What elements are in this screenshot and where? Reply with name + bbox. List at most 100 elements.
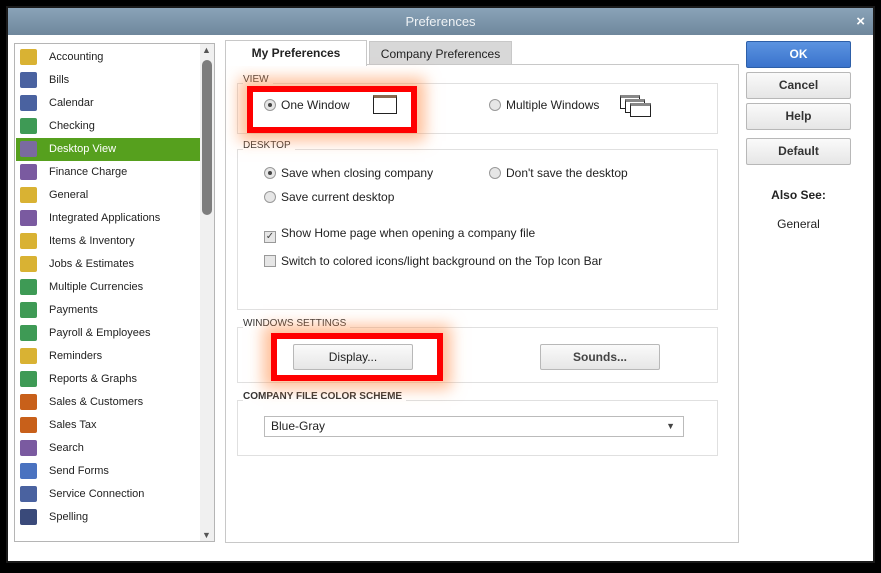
sidebar-item-label: General <box>49 189 89 201</box>
ok-button[interactable]: OK <box>746 41 851 68</box>
preferences-dialog: Preferences × Spelling Service Connection… <box>6 6 875 563</box>
sidebar-item-sales-tax[interactable]: Sales Tax <box>16 414 200 437</box>
bills-icon <box>20 72 37 88</box>
sidebar-item-sales-customers[interactable]: Sales & Customers <box>16 391 200 414</box>
color-scheme-dropdown[interactable]: Blue-Gray ▼ <box>264 416 684 437</box>
sales-tax-icon <box>20 417 37 433</box>
sidebar-item-label: Search <box>49 442 84 454</box>
sidebar-item-label: Checking <box>49 120 95 132</box>
sidebar-item-label: Spelling <box>49 511 89 523</box>
sidebar-item-label: Sales & Customers <box>49 396 144 408</box>
payments-icon <box>20 302 37 318</box>
multiple-windows-label: Multiple Windows <box>506 98 600 112</box>
view-heading: VIEW <box>243 74 273 85</box>
sidebar-item-send-forms[interactable]: Send Forms <box>16 460 200 483</box>
multiple-windows-radio[interactable]: Multiple Windows <box>489 98 599 112</box>
jobs-estimates-icon <box>20 256 37 272</box>
sidebar-item-label: Calendar <box>49 97 94 109</box>
sidebar-item-reminders[interactable]: Reminders <box>16 345 200 368</box>
colored-icons-label: Switch to colored icons/light background… <box>281 254 603 268</box>
desktop-view-icon <box>20 141 37 157</box>
multiple-windows-icon <box>620 95 652 117</box>
sidebar-item-label: Reports & Graphs <box>49 373 138 385</box>
reminders-icon <box>20 348 37 364</box>
highlight-display-button <box>271 333 443 381</box>
sidebar-item-label: Reminders <box>49 350 103 362</box>
sounds-button[interactable]: Sounds... <box>540 344 660 370</box>
sidebar-item-label: Service Connection <box>49 488 145 500</box>
integrated-apps-icon <box>20 210 37 226</box>
desktop-heading: DESKTOP <box>243 140 295 151</box>
calendar-icon <box>20 95 37 111</box>
sidebar-item-multiple-currencies[interactable]: Multiple Currencies <box>16 276 200 299</box>
close-icon[interactable]: × <box>856 8 865 35</box>
cancel-button[interactable]: Cancel <box>746 72 851 99</box>
sidebar-item-label: Finance Charge <box>49 166 128 178</box>
finance-charge-icon <box>20 164 37 180</box>
sidebar-item-finance-charge[interactable]: Finance Charge <box>16 161 200 184</box>
colored-icons-checkbox[interactable]: Switch to colored icons/light background… <box>264 254 602 268</box>
payroll-icon <box>20 325 37 341</box>
scrollbar-thumb[interactable] <box>202 60 212 215</box>
default-button[interactable]: Default <box>746 138 851 165</box>
sidebar-item-calendar[interactable]: Calendar <box>16 92 200 115</box>
currencies-icon <box>20 279 37 295</box>
sidebar-item-label: Jobs & Estimates <box>49 258 134 270</box>
sidebar-item-label: Multiple Currencies <box>49 281 144 293</box>
scroll-up-icon[interactable]: ▲ <box>202 45 211 55</box>
sidebar-item-payroll-employees[interactable]: Payroll & Employees <box>16 322 200 345</box>
sidebar-item-accounting[interactable]: Accounting <box>16 46 200 69</box>
color-scheme-value: Blue-Gray <box>271 419 326 433</box>
highlight-one-window <box>247 86 417 133</box>
sidebar-item-items-inventory[interactable]: Items & Inventory <box>16 230 200 253</box>
sidebar-item-label: Integrated Applications <box>49 212 161 224</box>
send-forms-icon <box>20 463 37 479</box>
sidebar-item-reports-graphs[interactable]: Reports & Graphs <box>16 368 200 391</box>
sidebar-item-spelling[interactable]: Spelling <box>16 506 200 529</box>
sidebar-item-desktop-view[interactable]: Desktop View <box>16 138 200 161</box>
service-connection-icon <box>20 486 37 502</box>
tab-my-preferences[interactable]: My Preferences <box>225 40 367 66</box>
sidebar-item-integrated-applications[interactable]: Integrated Applications <box>16 207 200 230</box>
save-current-desktop-radio[interactable]: Save current desktop <box>264 190 394 204</box>
items-inventory-icon <box>20 233 37 249</box>
preferences-category-list[interactable]: Spelling Service Connection Send Forms Sear… <box>14 43 215 542</box>
sidebar-item-label: Items & Inventory <box>49 235 135 247</box>
sidebar-item-label: Desktop View <box>49 143 117 155</box>
dont-save-desktop-radio[interactable]: Don't save the desktop <box>489 166 628 180</box>
sidebar-item-label: Sales Tax <box>49 419 97 431</box>
also-see-heading: Also See: <box>771 188 826 202</box>
scrollbar[interactable]: ▲ ▼ <box>200 44 214 541</box>
search-icon <box>20 440 37 456</box>
sidebar-item-bills[interactable]: Bills <box>16 69 200 92</box>
save-when-closing-radio[interactable]: Save when closing company <box>264 166 433 180</box>
checking-icon <box>20 118 37 134</box>
checkmark-icon: ✓ <box>264 231 276 243</box>
sidebar-item-general[interactable]: General <box>16 184 200 207</box>
show-home-page-label: Show Home page when opening a company fi… <box>281 226 536 240</box>
sidebar-item-label: Payroll & Employees <box>49 327 151 339</box>
dont-save-desktop-label: Don't save the desktop <box>506 166 628 180</box>
sidebar-item-label: Bills <box>49 74 70 86</box>
sales-customers-icon <box>20 394 37 410</box>
color-scheme-heading: COMPANY FILE COLOR SCHEME <box>243 391 407 402</box>
accounting-icon <box>20 49 37 65</box>
sidebar-item-service-connection[interactable]: Service Connection <box>16 483 200 506</box>
sidebar-item-label: Send Forms <box>49 465 109 477</box>
scroll-down-icon[interactable]: ▼ <box>202 530 211 540</box>
save-when-closing-label: Save when closing company <box>281 166 434 180</box>
reports-graphs-icon <box>20 371 37 387</box>
sidebar-item-checking[interactable]: Checking <box>16 115 200 138</box>
sidebar-item-payments[interactable]: Payments <box>16 299 200 322</box>
show-home-page-checkbox[interactable]: ✓ Show Home page when opening a company f… <box>264 226 535 243</box>
sidebar-item-jobs-estimates[interactable]: Jobs & Estimates <box>16 253 200 276</box>
save-current-desktop-label: Save current desktop <box>281 190 395 204</box>
chevron-down-icon: ▼ <box>666 421 675 431</box>
help-button[interactable]: Help <box>746 103 851 130</box>
tab-company-preferences[interactable]: Company Preferences <box>369 41 512 64</box>
spelling-icon <box>20 509 37 525</box>
title-bar: Preferences × <box>8 8 873 35</box>
sidebar-item-search[interactable]: Search <box>16 437 200 460</box>
also-see-general-link[interactable]: General <box>746 217 851 231</box>
window-title: Preferences <box>405 14 476 29</box>
